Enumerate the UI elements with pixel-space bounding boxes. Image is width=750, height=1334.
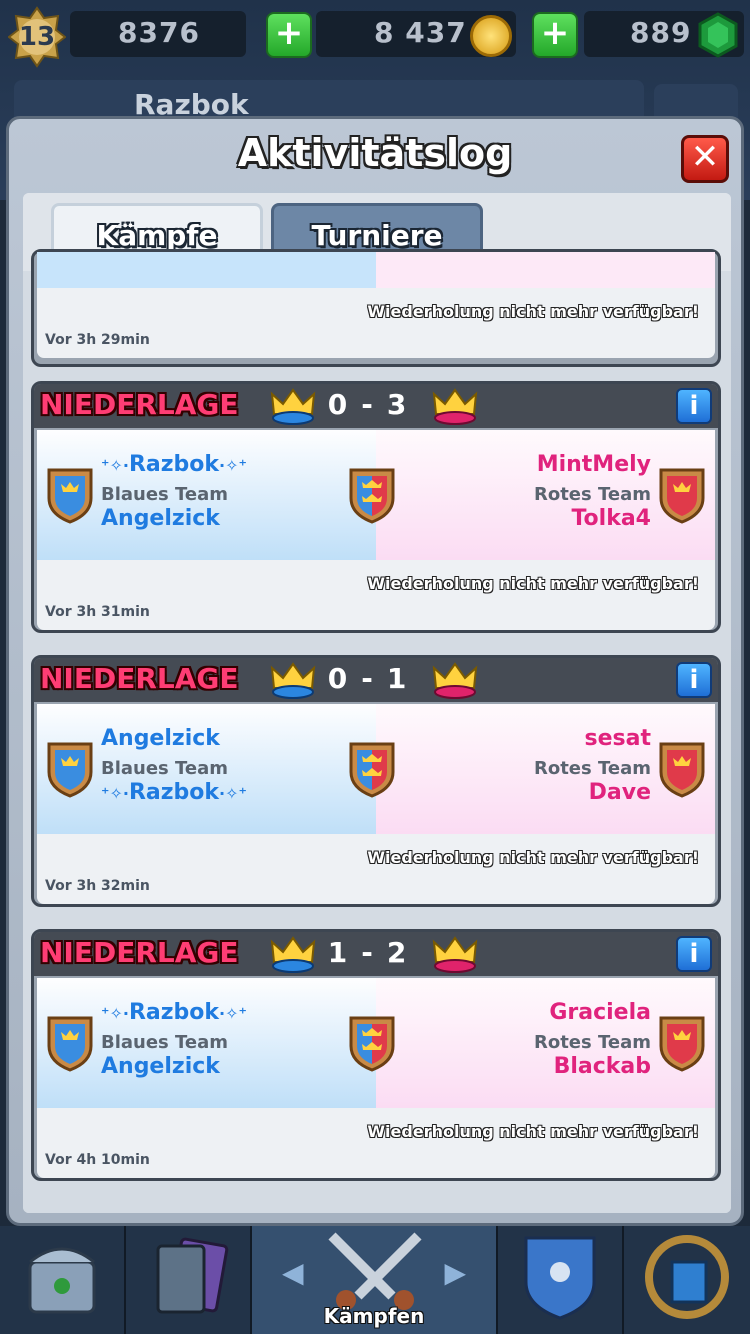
nav-clan[interactable] <box>498 1226 624 1334</box>
red-team-shield-icon <box>659 742 705 798</box>
nav-events[interactable] <box>624 1226 750 1334</box>
battle-result: NIEDERLAGE <box>40 388 239 421</box>
cards-icon <box>156 1237 229 1314</box>
red-player-top: sesat <box>584 726 651 751</box>
battle-strip <box>37 252 715 288</box>
level-badge[interactable]: 13 <box>8 6 66 68</box>
red-player-top: Graciela <box>549 1000 651 1025</box>
battle-time: Vor 3h 29min <box>45 332 150 348</box>
replay-unavailable-text: Wiederholung nicht mehr verfügbar! <box>367 302 699 321</box>
trophy-counter: 8376 <box>70 11 246 57</box>
laurel-events-icon <box>645 1235 729 1319</box>
blue-crown-icon <box>270 662 316 699</box>
red-crown-icon <box>432 662 478 699</box>
gem-count: 889 <box>630 16 692 49</box>
battle-time: Vor 3h 31min <box>45 604 150 620</box>
battle-details: ⁺✧·Razbok·✧⁺ Blaues Team Angelzick MintM… <box>37 430 715 560</box>
battle-card: NIEDERLAGE 0-1 i Angelzick Blaues Team ⁺… <box>31 655 721 907</box>
crown-score: 0-1 <box>270 660 478 700</box>
battle-details: ⁺✧·Razbok·✧⁺ Blaues Team Angelzick Graci… <box>37 978 715 1108</box>
blue-team-label: Blaues Team <box>101 1032 229 1053</box>
battle-card: NIEDERLAGE 1-2 i ⁺✧·Razbok·✧⁺ Blaues Tea… <box>31 929 721 1181</box>
blue-player-bottom: Angelzick <box>101 1054 220 1079</box>
battle-header: NIEDERLAGE 0-3 i <box>34 384 718 428</box>
chest-icon <box>28 1247 96 1314</box>
buy-gold-button[interactable]: + <box>266 12 312 58</box>
battle-footer: Wiederholung nicht mehr verfügbar! Vor 3… <box>37 288 715 358</box>
battle-footer: Wiederholung nicht mehr verfügbar! Vor 4… <box>37 1108 715 1178</box>
activity-log-modal: Aktivitätslog ✕ Kämpfe Turniere Wiederho… <box>6 116 744 1226</box>
red-team-shield-icon <box>659 1016 705 1072</box>
battle-footer: Wiederholung nicht mehr verfügbar! Vor 3… <box>37 834 715 904</box>
red-crown-icon <box>432 936 478 973</box>
bottom-navigation: ◀ ▶ Kämpfen <box>0 1226 750 1334</box>
blue-team-shield-icon <box>47 742 93 798</box>
blue-team-label: Blaues Team <box>101 484 229 505</box>
battle-info-button[interactable]: i <box>676 388 712 424</box>
red-crown-icon <box>432 388 478 425</box>
red-team-label: Rotes Team <box>533 758 651 779</box>
crown-score: 1-2 <box>270 934 478 974</box>
red-team-shield-icon <box>659 468 705 524</box>
battle-result: NIEDERLAGE <box>40 936 239 969</box>
trophy-count: 8376 <box>118 16 200 49</box>
blue-player-bottom: Angelzick <box>101 506 220 531</box>
blue-player-top: ⁺✧·Razbok·✧⁺ <box>101 452 247 477</box>
gem-icon <box>698 12 738 58</box>
battle-footer: Wiederholung nicht mehr verfügbar! Vor 3… <box>37 560 715 630</box>
gold-count: 8 437 <box>374 16 467 49</box>
battle-time: Vor 4h 10min <box>45 1152 150 1168</box>
two-vs-two-shield-icon <box>349 742 395 798</box>
gold-coin-icon <box>470 15 512 57</box>
nav-shop[interactable] <box>0 1226 126 1334</box>
blue-team-shield-icon <box>47 468 93 524</box>
score-text: 0-1 <box>327 662 421 695</box>
nav-left-arrow-icon[interactable]: ◀ <box>282 1256 304 1289</box>
replay-unavailable-text: Wiederholung nicht mehr verfügbar! <box>367 1122 699 1141</box>
score-text: 1-2 <box>327 936 421 969</box>
red-team-label: Rotes Team <box>533 484 651 505</box>
battle-header: NIEDERLAGE 1-2 i <box>34 932 718 976</box>
blue-team-label: Blaues Team <box>101 758 229 779</box>
blue-player-top: ⁺✧·Razbok·✧⁺ <box>101 1000 247 1025</box>
battle-info-button[interactable]: i <box>676 936 712 972</box>
red-player-bottom: Dave <box>588 780 651 805</box>
two-vs-two-shield-icon <box>349 1016 395 1072</box>
nav-cards[interactable] <box>126 1226 252 1334</box>
nav-battle-label: Kämpfen <box>323 1304 425 1328</box>
blue-player-top: Angelzick <box>101 726 220 751</box>
blue-team-shield-icon <box>47 1016 93 1072</box>
blue-player-bottom: ⁺✧·Razbok·✧⁺ <box>101 780 247 805</box>
red-player-bottom: Tolka4 <box>571 506 651 531</box>
nav-battle[interactable]: ◀ ▶ Kämpfen <box>252 1226 498 1334</box>
battle-time: Vor 3h 32min <box>45 878 150 894</box>
close-icon[interactable]: ✕ <box>681 135 729 183</box>
battle-card-partial: Wiederholung nicht mehr verfügbar! Vor 3… <box>31 249 721 367</box>
nav-right-arrow-icon[interactable]: ▶ <box>444 1256 466 1289</box>
battle-details: Angelzick Blaues Team ⁺✧·Razbok·✧⁺ sesat… <box>37 704 715 834</box>
clan-shield-icon <box>524 1236 596 1320</box>
battle-header: NIEDERLAGE 0-1 i <box>34 658 718 702</box>
replay-unavailable-text: Wiederholung nicht mehr verfügbar! <box>367 848 699 867</box>
crown-score: 0-3 <box>270 386 478 426</box>
red-player-bottom: Blackab <box>553 1054 651 1079</box>
battle-card: NIEDERLAGE 0-3 i ⁺✧·Razbok·✧⁺ Blaues Tea… <box>31 381 721 633</box>
battle-list[interactable]: Wiederholung nicht mehr verfügbar! Vor 3… <box>23 249 731 1213</box>
two-vs-two-shield-icon <box>349 468 395 524</box>
red-player-top: MintMely <box>536 452 651 477</box>
blue-crown-icon <box>270 936 316 973</box>
replay-unavailable-text: Wiederholung nicht mehr verfügbar! <box>367 574 699 593</box>
activity-panel: Kämpfe Turniere Wiederholung nicht mehr … <box>23 193 731 1213</box>
blue-crown-icon <box>270 388 316 425</box>
score-text: 0-3 <box>327 388 421 421</box>
level-number: 13 <box>18 22 56 52</box>
modal-title: Aktivitätslog <box>237 131 513 175</box>
battle-result: NIEDERLAGE <box>40 662 239 695</box>
battle-info-button[interactable]: i <box>676 662 712 698</box>
buy-gems-button[interactable]: + <box>532 12 578 58</box>
red-team-label: Rotes Team <box>533 1032 651 1053</box>
crossed-swords-icon <box>328 1232 422 1310</box>
